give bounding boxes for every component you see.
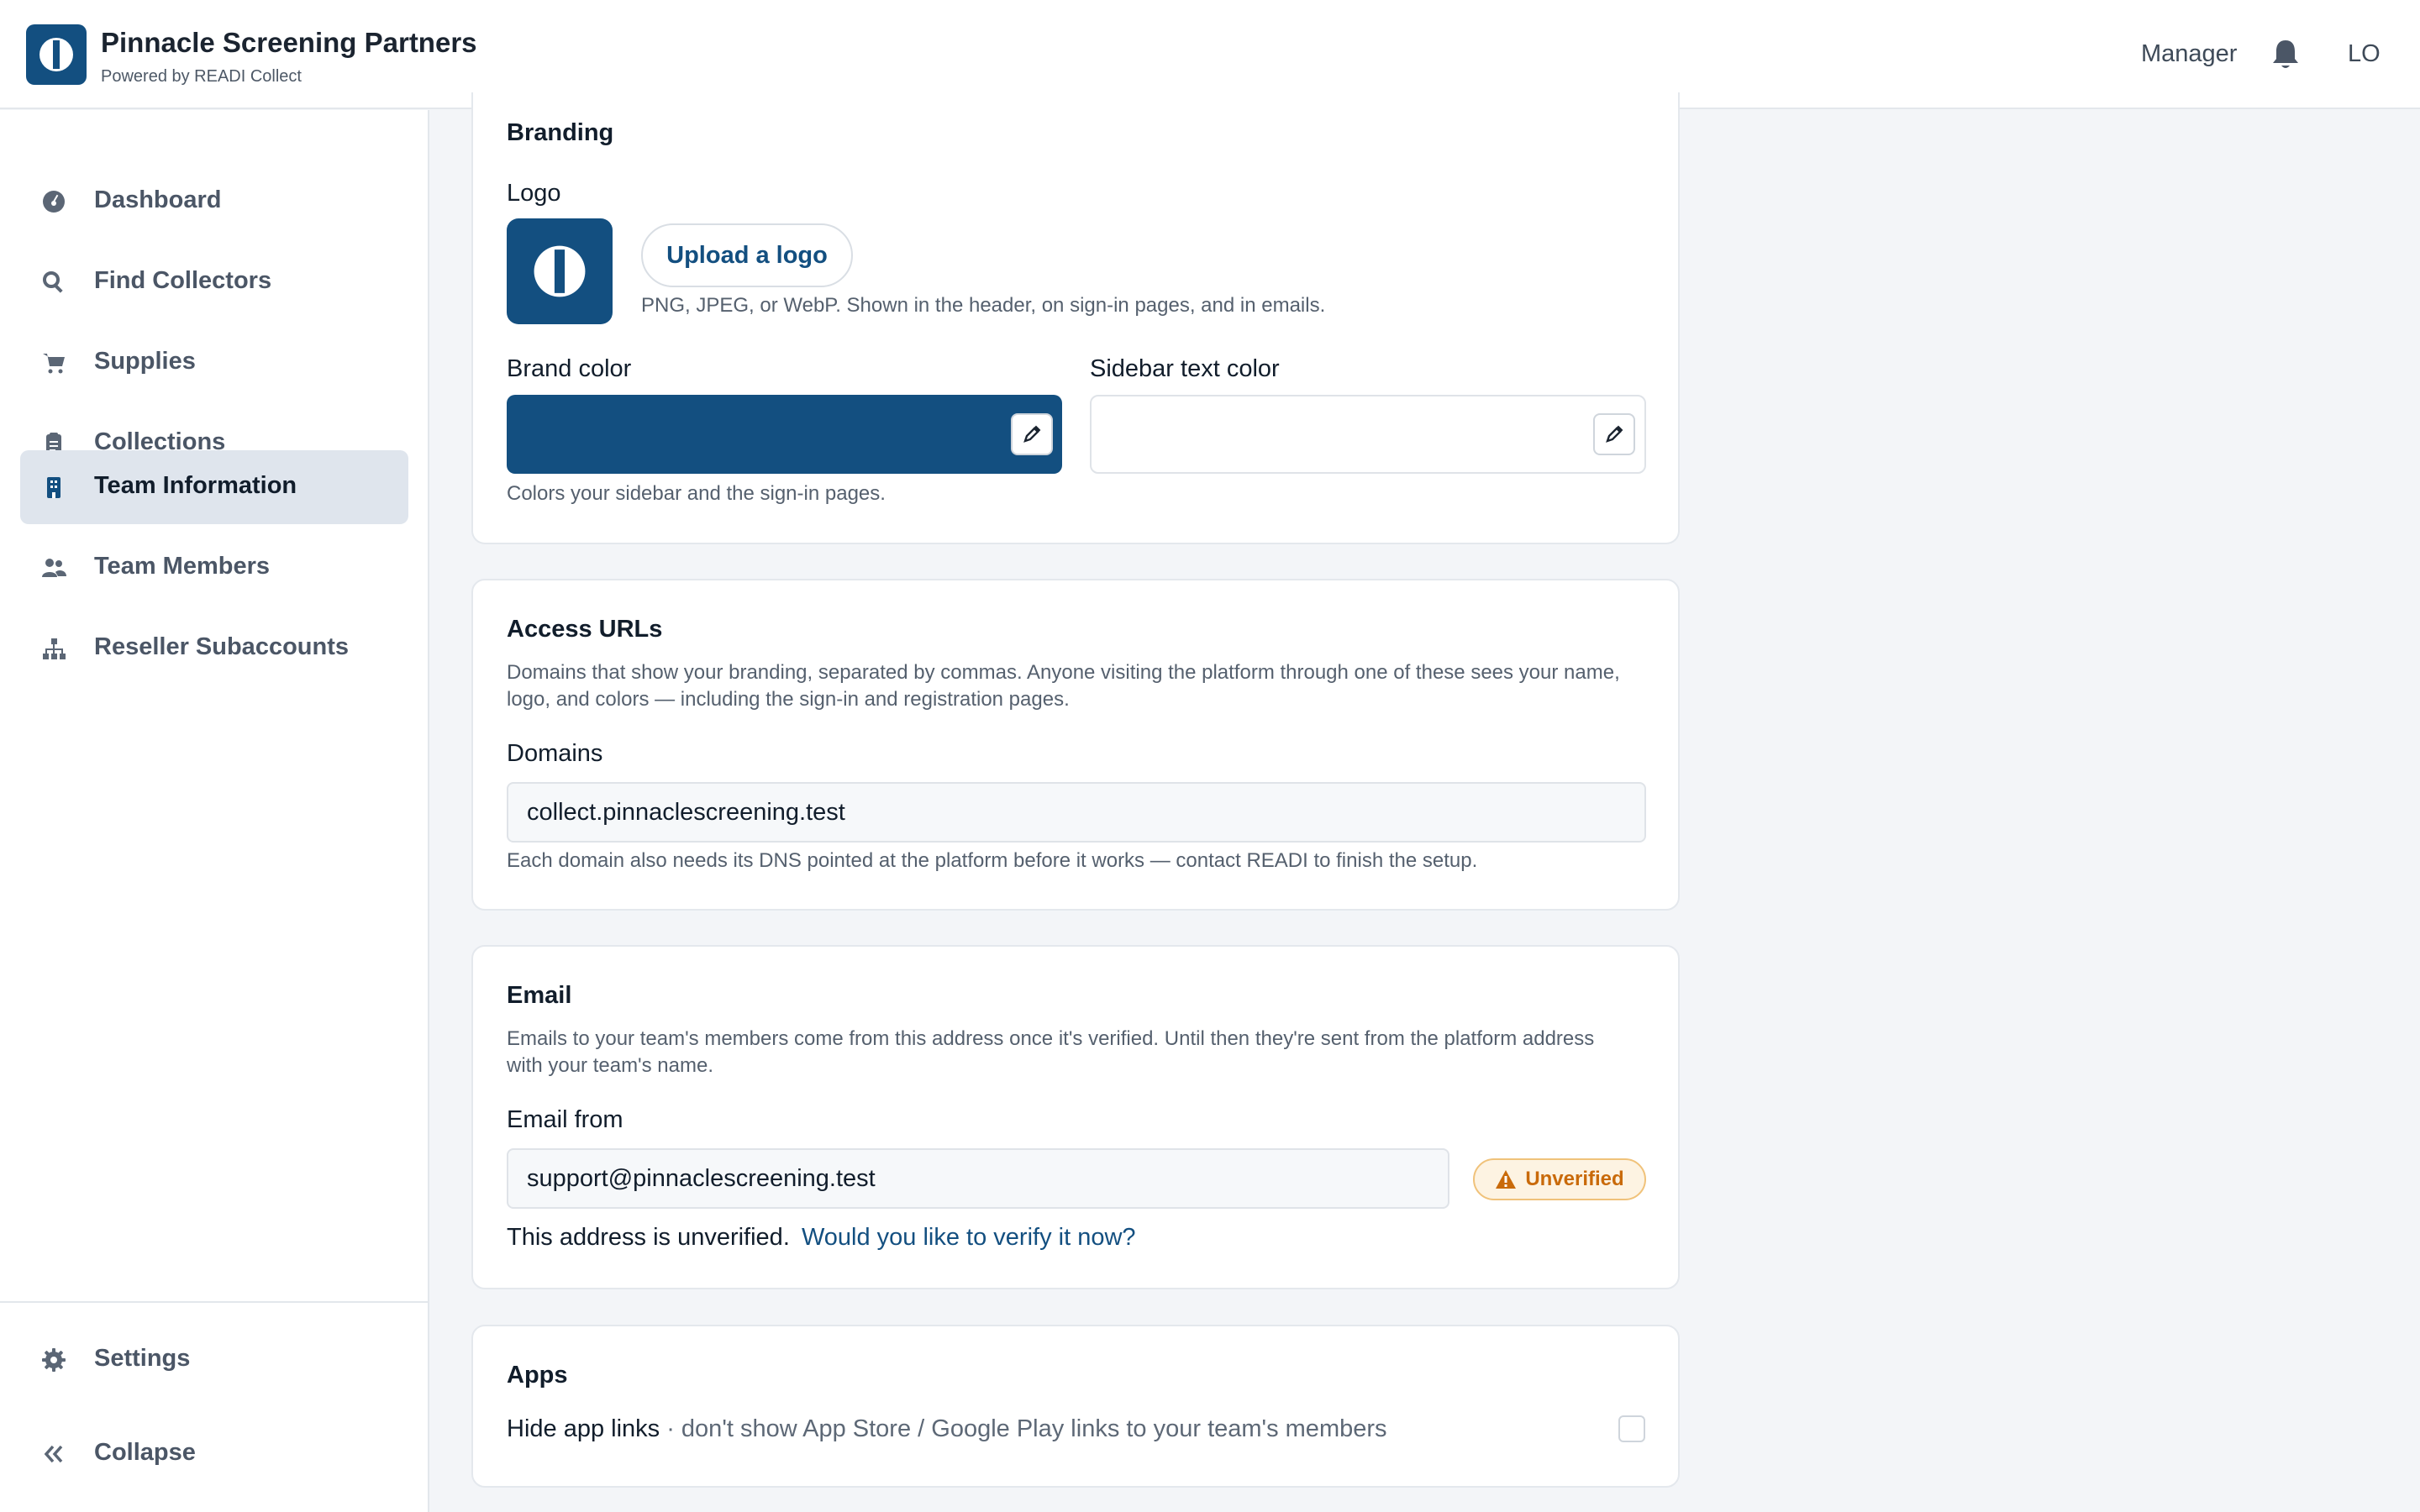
sidebar-divider: [0, 1301, 428, 1303]
brand-logo[interactable]: [26, 24, 87, 85]
upload-logo-button[interactable]: Upload a logo: [641, 223, 853, 287]
sidebar: Dashboard Find Collectors Supplies Colle…: [0, 110, 429, 1512]
hide-app-links-row: Hide app links · don't show App Store / …: [507, 1415, 1387, 1443]
warning-icon: [1496, 1170, 1517, 1189]
email-from-label: Email from: [507, 1106, 623, 1133]
collapse-label: Collapse: [94, 1439, 196, 1466]
sidebar-item-label: Find Collectors: [94, 267, 272, 294]
colors-help: Colors your sidebar and the sign-in page…: [507, 482, 886, 505]
logo-preview: [507, 218, 613, 324]
sidebar-item-dashboard[interactable]: Dashboard: [20, 165, 408, 239]
email-card: Email Emails to your team's members come…: [471, 945, 1680, 1289]
domains-label: Domains: [507, 740, 603, 767]
eyedropper-icon: [1606, 425, 1623, 443]
powered-by: Powered by READI Collect: [101, 67, 302, 86]
logo-label: Logo: [507, 180, 561, 207]
user-avatar[interactable]: LO: [2348, 40, 2381, 68]
dns-help: Each domain also needs its DNS pointed a…: [507, 849, 1478, 872]
sidebar-item-label: Reseller Subaccounts: [94, 633, 349, 660]
logo-preview-icon: [534, 245, 586, 297]
brand-color-picker-button[interactable]: [1011, 413, 1053, 455]
branding-title: Branding: [507, 119, 614, 146]
sidebar-item-team-members[interactable]: Team Members: [20, 531, 408, 605]
unverified-text: This address is unverified.: [507, 1224, 790, 1251]
sidebar-text-color-label: Sidebar text color: [1090, 355, 1280, 382]
unverified-badge: Unverified: [1473, 1158, 1646, 1200]
domains-input[interactable]: collect.pinnaclescreening.test: [507, 782, 1646, 843]
role-switcher[interactable]: Manager: [2141, 40, 2237, 68]
access-urls-title: Access URLs: [507, 616, 663, 643]
branding-card: Branding Logo Upload a logo PNG, JPEG, o…: [471, 92, 1680, 544]
sidebar-item-label: Dashboard: [94, 186, 222, 213]
sidebar-item-label: Supplies: [94, 348, 196, 375]
sidebar-item-label: Team Information: [94, 472, 297, 499]
gear-icon: [40, 1347, 67, 1373]
sidebar-text-color-picker-button[interactable]: [1593, 413, 1635, 455]
sidebar-item-label: Team Members: [94, 553, 270, 580]
sidebar-item-find-collectors[interactable]: Find Collectors: [20, 245, 408, 319]
email-title: Email: [507, 982, 572, 1009]
sidebar-item-team-information[interactable]: Team Information: [20, 450, 408, 524]
collapse-button[interactable]: Collapse: [20, 1417, 408, 1491]
eyedropper-icon: [1023, 425, 1041, 443]
hide-app-links-label: Hide app links: [507, 1415, 660, 1442]
users-icon: [40, 554, 67, 581]
sidebar-item-settings[interactable]: Settings: [20, 1323, 408, 1397]
double-chevron-left-icon: [40, 1441, 67, 1467]
apps-title: Apps: [507, 1362, 568, 1389]
apps-card: Apps Hide app links · don't show App Sto…: [471, 1325, 1680, 1488]
unverified-message: This address is unverified. Would you li…: [507, 1224, 1136, 1252]
app-name: Pinnacle Screening Partners: [101, 27, 477, 58]
cart-icon: [40, 349, 67, 376]
brand-color-swatch[interactable]: [507, 395, 1062, 474]
building-icon: [40, 474, 67, 501]
hide-app-links-checkbox[interactable]: [1618, 1415, 1645, 1442]
sidebar-item-supplies[interactable]: Supplies: [20, 326, 408, 400]
sidebar-text-color-swatch[interactable]: [1090, 395, 1646, 474]
bell-icon[interactable]: [2270, 37, 2301, 71]
email-from-input[interactable]: support@pinnaclescreening.test: [507, 1148, 1449, 1209]
access-urls-description: Domains that show your branding, separat…: [507, 661, 1620, 711]
search-icon: [40, 269, 67, 296]
brand-color-label: Brand color: [507, 355, 632, 382]
brand-logo-icon: [39, 38, 73, 71]
access-urls-card: Access URLs Domains that show your brand…: [471, 579, 1680, 911]
settings-label: Settings: [94, 1345, 191, 1372]
dashboard-icon: [40, 188, 67, 215]
sidebar-item-reseller-subaccounts[interactable]: Reseller Subaccounts: [20, 612, 408, 685]
email-description: Emails to your team's members come from …: [507, 1027, 1595, 1077]
hide-app-links-description: · don't show App Store / Google Play lin…: [660, 1415, 1387, 1442]
unverified-badge-label: Unverified: [1525, 1168, 1624, 1190]
verify-now-link[interactable]: Would you like to verify it now?: [802, 1224, 1136, 1251]
logo-help: PNG, JPEG, or WebP. Shown in the header,…: [641, 294, 1326, 317]
hierarchy-icon: [40, 635, 67, 662]
